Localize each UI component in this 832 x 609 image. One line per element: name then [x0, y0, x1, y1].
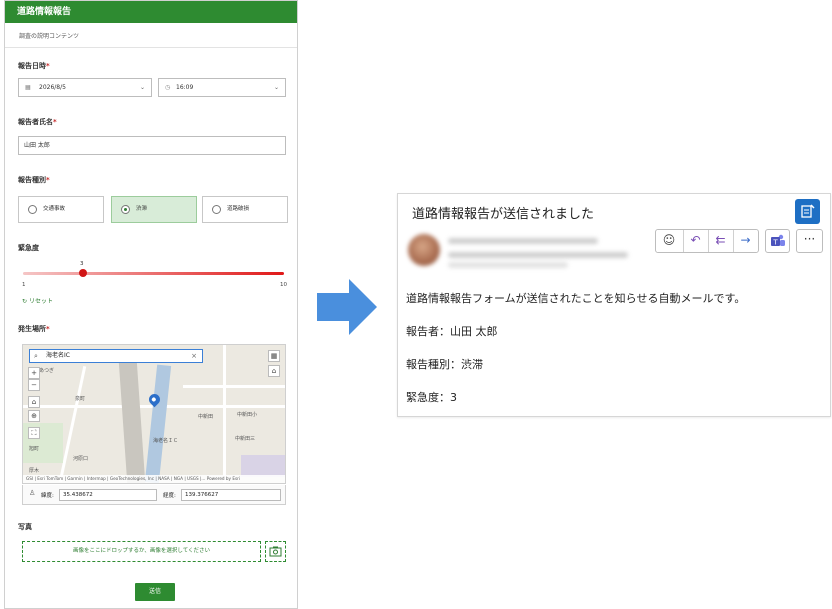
sender-meta-blurred: [448, 262, 568, 268]
camera-button[interactable]: [265, 541, 286, 562]
reset-link[interactable]: ↻ リセット: [22, 296, 53, 305]
qr-grid-icon[interactable]: ▦: [268, 350, 280, 362]
mail-body-intro: 道路情報報告フォームが送信されたことを知らせる自動メールです。: [406, 292, 746, 305]
coordinates-bar: ♙ 緯度: 35.438672 経度: 139.376627: [22, 485, 286, 505]
map-label: 海老名ＩＣ: [153, 438, 179, 444]
home-icon[interactable]: ⌂: [28, 396, 40, 408]
map[interactable]: あつぎ 泉町 河原口 中新田 中新田三 海老名ＩＣ 厚木 旭町 中新田小 ⌕ 海…: [22, 344, 286, 484]
chevron-down-icon: ⌄: [273, 84, 279, 91]
reply-icon[interactable]: ↶: [683, 230, 707, 252]
teams-logo-icon: T: [771, 234, 785, 247]
urgency-label: 緊急度: [18, 244, 39, 252]
reply-all-icon[interactable]: ⇇: [708, 230, 732, 252]
urgency-slider-track[interactable]: [23, 272, 284, 275]
longitude-label: 経度:: [163, 493, 176, 499]
slider-value: 3: [80, 261, 84, 267]
chevron-down-icon: ⌄: [139, 84, 145, 91]
photo-label: 写真: [18, 523, 32, 531]
calendar-icon: ▦: [25, 84, 31, 91]
urgency-slider-thumb[interactable]: [79, 269, 87, 277]
map-label: 中新田: [198, 414, 214, 420]
sender-name-blurred: [448, 238, 598, 244]
form-subtitle: 調査の説明コンテンツ: [19, 33, 80, 40]
report-datetime-label: 報告日時*: [18, 62, 50, 70]
map-label: 中新田小: [237, 412, 258, 418]
mail-body-urgency: 緊急度：3: [406, 391, 457, 404]
map-label: 中新田三: [235, 436, 256, 442]
date-value: 2026/8/5: [39, 84, 66, 91]
date-field[interactable]: ▦ 2026/8/5 ⌄: [18, 78, 152, 97]
radio-label: 渋滞: [136, 206, 148, 212]
mail-subject: 道路情報報告が送信されました: [412, 207, 595, 222]
time-value: 16:09: [176, 84, 194, 91]
radio-dot: [28, 205, 37, 214]
longitude-field[interactable]: 139.376627: [181, 489, 281, 501]
map-label: 泉町: [75, 396, 86, 402]
sender-avatar: [408, 234, 440, 266]
map-attribution: GSI | Esri TomTom | Garmin | Intermap | …: [23, 475, 285, 483]
basemap-icon[interactable]: ⌂: [268, 365, 280, 377]
radio-dot: [212, 205, 221, 214]
divider: [5, 47, 297, 48]
slider-min: 1: [22, 282, 26, 288]
map-road: [223, 345, 226, 483]
mail-app-button[interactable]: [795, 199, 820, 224]
slider-max: 10: [280, 282, 287, 288]
search-icon: ⌕: [34, 352, 38, 360]
map-label: 旭町: [29, 446, 40, 452]
report-type-label: 報告種別*: [18, 176, 50, 184]
emoji-icon[interactable]: ☺: [657, 230, 681, 252]
email-notification: 道路情報報告が送信されました ☺ ↶ ⇇ → T ··· 道路情報報告フォームが…: [397, 193, 831, 417]
svg-text:T: T: [772, 239, 778, 247]
photo-dropzone[interactable]: 画像をここにドロップするか、画像を選択してください: [22, 541, 261, 562]
radio-traffic-accident[interactable]: 交通事故: [18, 196, 104, 223]
radio-congestion[interactable]: 渋滞: [111, 196, 197, 223]
radio-label: 道路破損: [227, 206, 250, 212]
map-label: あつぎ: [39, 368, 55, 374]
time-field[interactable]: ◷ 16:09 ⌄: [158, 78, 286, 97]
camera-icon: [269, 546, 282, 557]
latitude-field[interactable]: 35.438672: [59, 489, 157, 501]
map-label: 厚木: [29, 468, 40, 474]
clear-icon[interactable]: ×: [191, 350, 197, 362]
more-icon[interactable]: ···: [796, 229, 823, 253]
zoom-in-button[interactable]: +: [28, 367, 40, 379]
locate-icon[interactable]: ⊕: [28, 410, 40, 422]
zoom-out-button[interactable]: −: [28, 379, 40, 391]
radio-dot-selected: [121, 205, 130, 214]
forward-icon[interactable]: →: [733, 230, 757, 252]
reporter-name-label: 報告者氏名*: [18, 118, 57, 126]
map-label: 河原口: [73, 456, 89, 462]
latitude-label: 緯度:: [41, 493, 54, 499]
mail-body-report-type: 報告種別：渋滞: [406, 358, 483, 371]
radio-label: 交通事故: [43, 206, 66, 212]
map-search-input[interactable]: ⌕ 海老名IC ×: [29, 349, 203, 363]
reset-label: リセット: [28, 298, 53, 305]
reporter-name-input[interactable]: 山田 太郎: [18, 136, 286, 155]
road-report-form: 道路情報報告 調査の説明コンテンツ 報告日時* ▦ 2026/8/5 ⌄ ◷ 1…: [4, 0, 298, 609]
map-search-value: 海老名IC: [46, 352, 70, 359]
form-header: 道路情報報告: [5, 1, 297, 23]
fullscreen-icon[interactable]: ⛶: [28, 427, 40, 439]
sender-meta-blurred: [448, 252, 628, 258]
teams-icon[interactable]: T: [765, 229, 790, 253]
location-label: 発生場所*: [18, 325, 50, 333]
person-icon: ♙: [29, 489, 36, 497]
submit-button[interactable]: 送信: [135, 583, 175, 601]
edit-note-icon: [801, 204, 815, 218]
reset-icon: ↻: [22, 298, 29, 305]
radio-road-damage[interactable]: 道路破損: [202, 196, 288, 223]
map-road: [183, 385, 285, 388]
map-highway: [118, 358, 146, 483]
map-area: [241, 455, 285, 477]
mail-body-reporter: 報告者：山田 太郎: [406, 325, 498, 338]
arrow-right-icon: [317, 279, 377, 335]
map-river: [144, 364, 172, 483]
clock-icon: ◷: [165, 84, 171, 91]
